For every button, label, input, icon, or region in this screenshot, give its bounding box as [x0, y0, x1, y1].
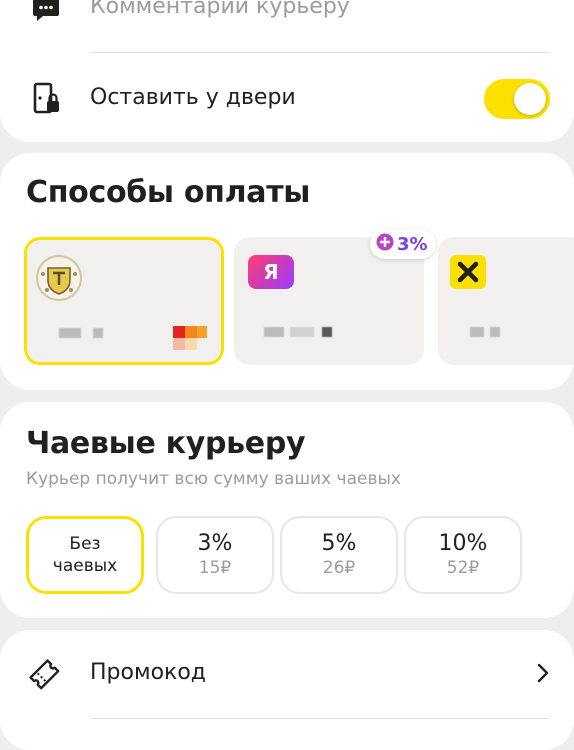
- mastercard-icon: [173, 326, 209, 350]
- leave-at-door-toggle[interactable]: [484, 79, 550, 119]
- masked-card-number: [322, 327, 332, 337]
- tip-option-10[interactable]: 10% 52₽: [404, 516, 522, 594]
- divider: [90, 52, 550, 53]
- tip-option-none[interactable]: Без чаевых: [26, 516, 144, 594]
- cashback-badge: 3%: [370, 229, 436, 259]
- tips-subtitle: Курьер получит всю сумму ваших чаевых: [26, 469, 401, 489]
- tips-title: Чаевые курьеру: [26, 426, 306, 461]
- cashback-badge-label: 3%: [397, 233, 428, 255]
- tips-card: Чаевые курьеру Курьер получит всю сумму …: [0, 402, 574, 618]
- masked-card-number: [59, 328, 81, 338]
- tip-option-5[interactable]: 5% 26₽: [280, 516, 398, 594]
- delivery-options-card: Комментарий курьеру Оставить у двери: [0, 0, 574, 142]
- masked-card-number: [93, 328, 103, 338]
- courier-comment-placeholder: Комментарий курьеру: [90, 0, 350, 19]
- promo-code-row[interactable]: Промокод: [0, 654, 574, 694]
- toggle-knob: [514, 83, 546, 115]
- plus-icon: [376, 233, 394, 256]
- masked-card-number: [490, 327, 500, 337]
- tip-option-3[interactable]: 3% 15₽: [156, 516, 274, 594]
- courier-comment-row[interactable]: Комментарий курьеру: [0, 0, 574, 28]
- raiffeisen-logo-icon: [450, 255, 486, 289]
- masked-card-number: [470, 327, 484, 337]
- payment-card-raiffeisen[interactable]: [438, 237, 574, 365]
- masked-card-number: [290, 327, 314, 337]
- chevron-right-icon: [536, 662, 550, 688]
- chat-bubble-icon: [28, 0, 64, 28]
- payment-methods-card: Способы оплаты Я 3%: [0, 153, 574, 390]
- divider: [90, 718, 550, 719]
- payment-card-tinkoff[interactable]: [24, 237, 224, 365]
- promo-card: Промокод: [0, 630, 574, 750]
- door-lock-icon: [28, 81, 64, 117]
- leave-at-door-row[interactable]: Оставить у двери: [0, 76, 574, 122]
- leave-at-door-label: Оставить у двери: [90, 85, 296, 110]
- promo-code-label: Промокод: [90, 660, 206, 685]
- yandex-logo-icon: Я: [248, 255, 294, 289]
- coupon-ticket-icon: [26, 656, 62, 692]
- payment-methods-title: Способы оплаты: [26, 175, 311, 210]
- masked-card-number: [264, 327, 284, 337]
- tinkoff-logo-icon: [35, 254, 83, 306]
